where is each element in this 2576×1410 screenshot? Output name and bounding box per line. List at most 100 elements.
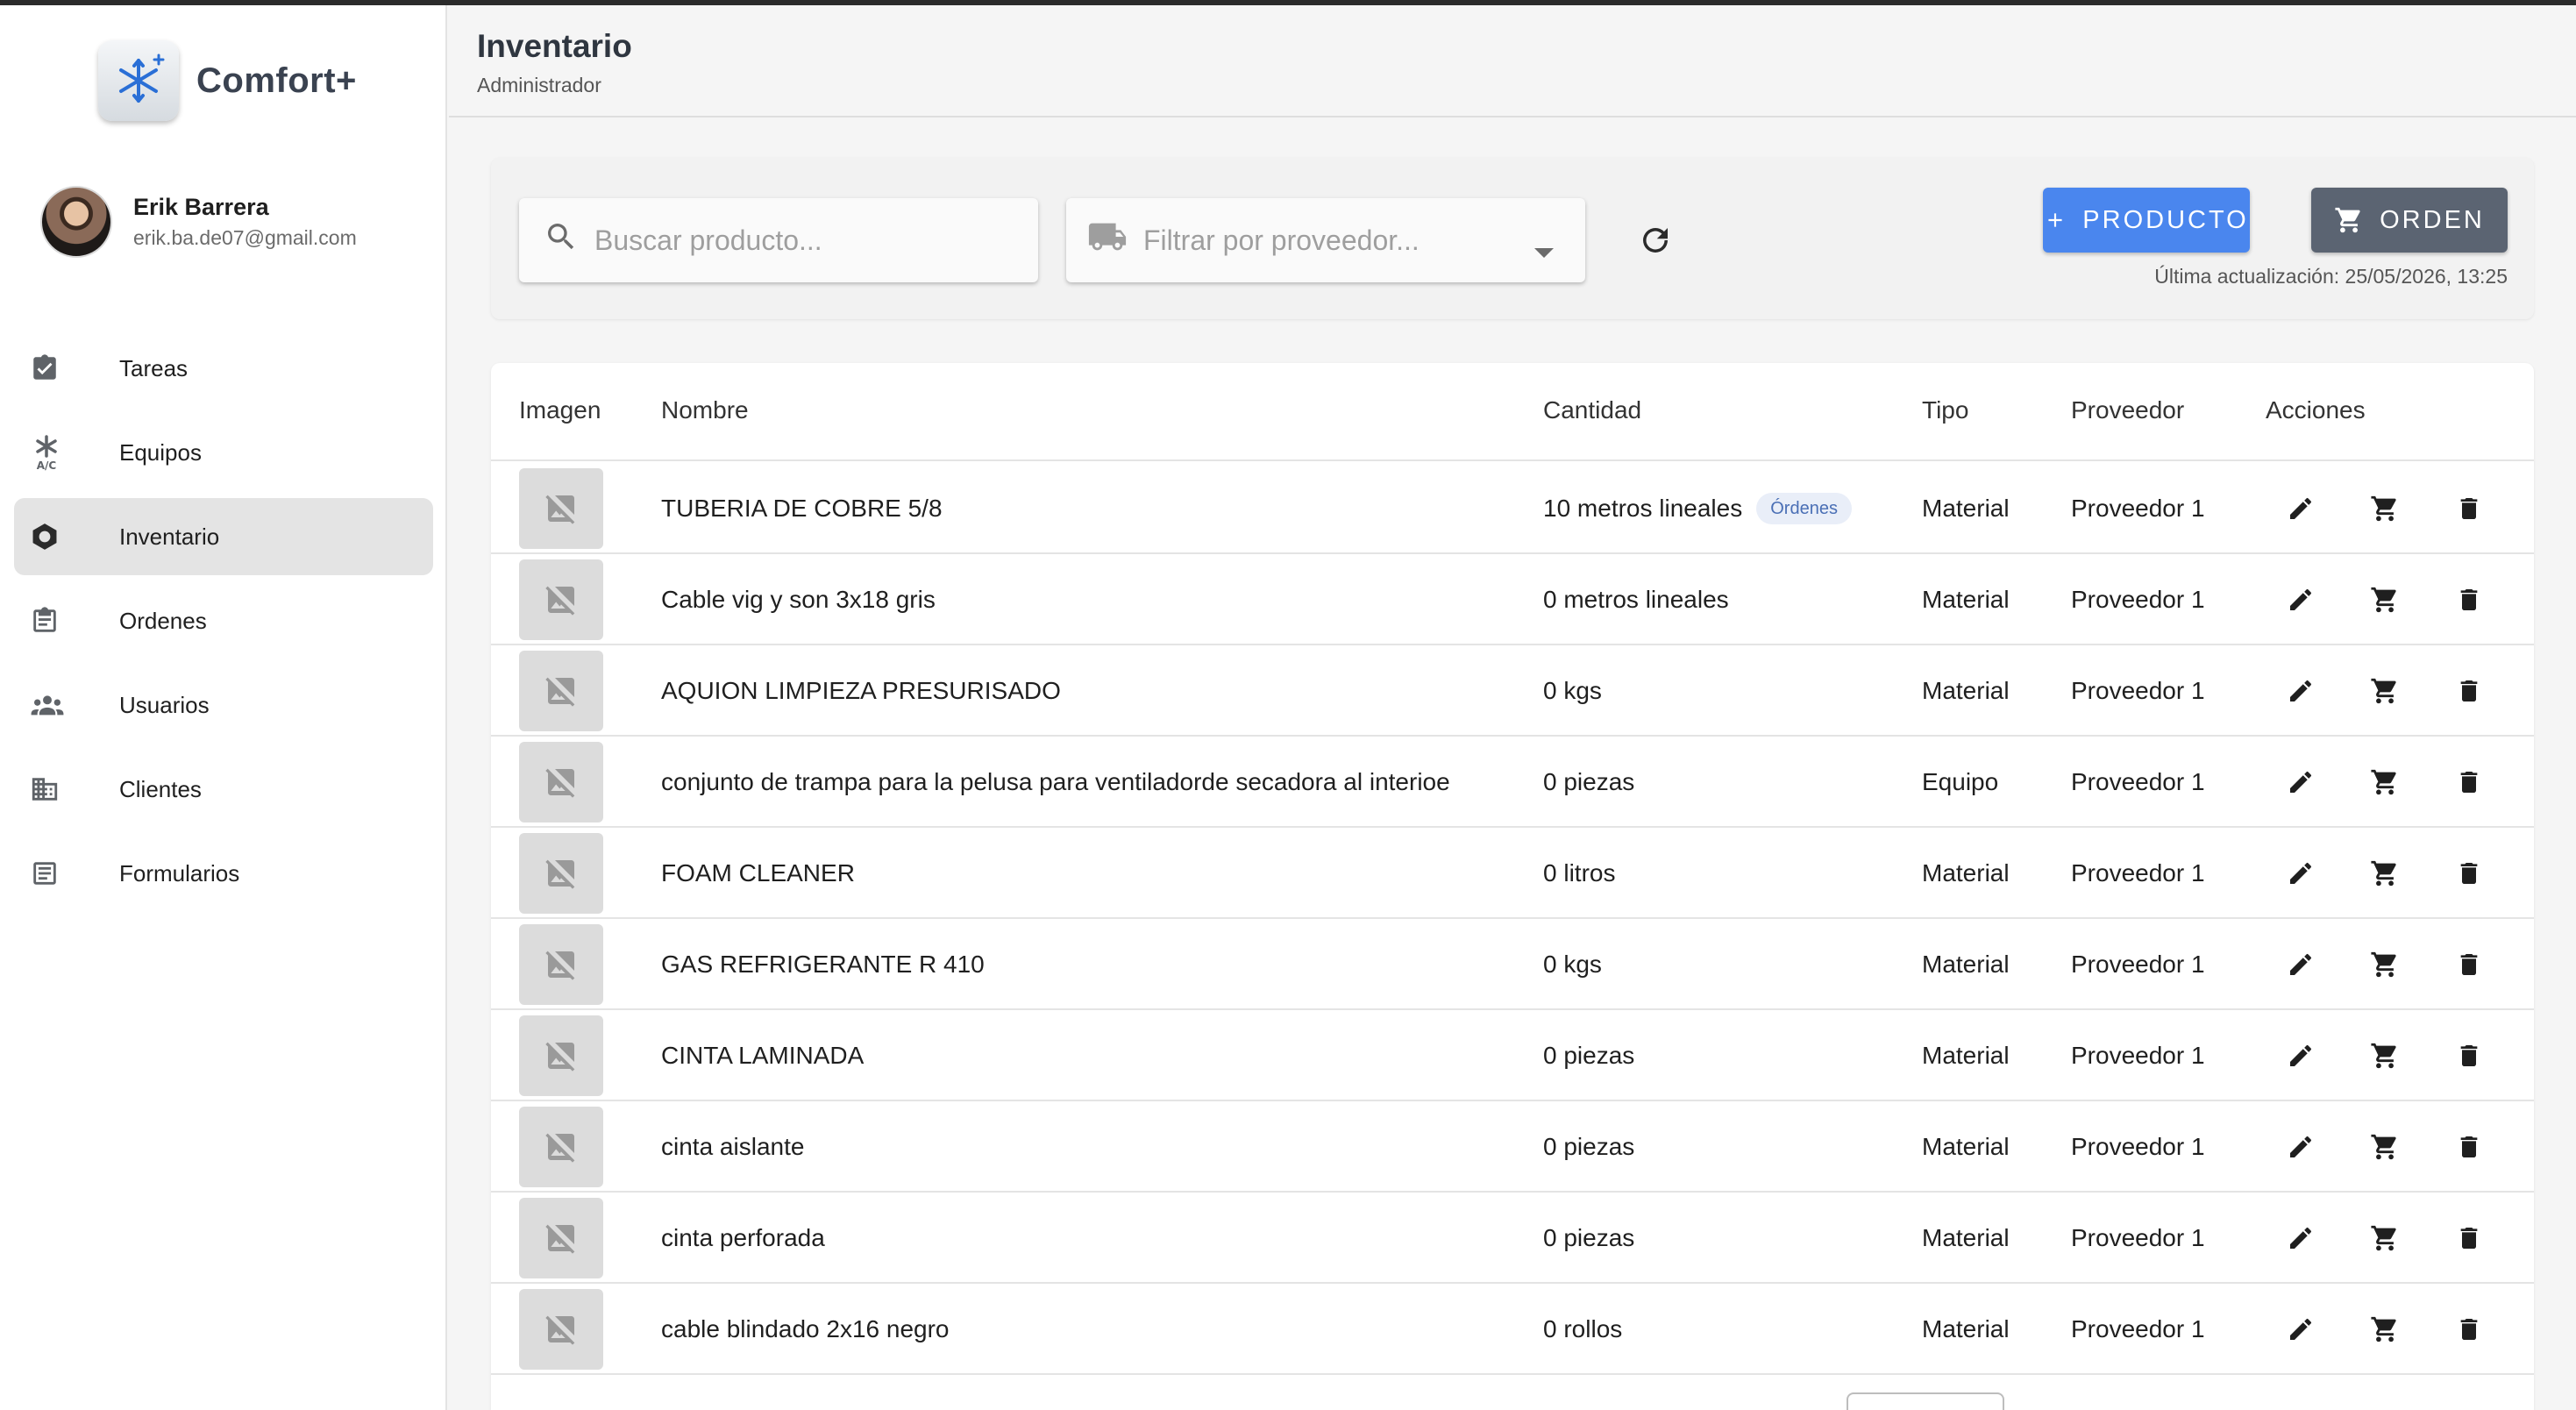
table-row[interactable]: AQUION LIMPIEZA PRESURISADO 0 kgs Material… xyxy=(491,645,2534,737)
column-header-name[interactable]: Nombre xyxy=(661,396,749,424)
cart-icon[interactable] xyxy=(2359,1303,2411,1356)
last-update-timestamp: Última actualización: 25/05/2026, 13:25 xyxy=(2154,265,2508,288)
sidebar-item-usuarios[interactable]: Usuarios xyxy=(14,666,433,744)
provider-filter-select[interactable]: Filtrar por proveedor... xyxy=(1066,198,1585,282)
quantity-value: 0 piezas xyxy=(1543,1042,1635,1069)
plus-icon xyxy=(2044,209,2067,231)
image-placeholder-icon xyxy=(519,1289,603,1370)
cell-actions xyxy=(2274,828,2495,919)
svg-text:A/C: A/C xyxy=(37,459,57,471)
edit-icon[interactable] xyxy=(2274,1121,2327,1173)
cell-actions xyxy=(2274,463,2495,554)
column-header-type[interactable]: Tipo xyxy=(1922,396,1968,424)
table-row[interactable]: CINTA LAMINADA 0 piezas Material Proveedor … xyxy=(491,1010,2534,1101)
delete-icon[interactable] xyxy=(2443,1212,2495,1264)
cell-image xyxy=(519,554,603,645)
edit-icon[interactable] xyxy=(2274,1029,2327,1082)
cell-actions xyxy=(2274,645,2495,737)
table-header: Imagen Nombre Cantidad Tipo Proveedor Ac… xyxy=(491,363,2534,461)
cell-actions xyxy=(2274,1101,2495,1193)
quantity-value: 0 piezas xyxy=(1543,768,1635,795)
cart-icon[interactable] xyxy=(2359,1212,2411,1264)
cell-type: Material xyxy=(1922,1224,2010,1251)
cell-name: cinta aislante xyxy=(661,1133,805,1160)
edit-icon[interactable] xyxy=(2274,756,2327,808)
cell-quantity: 0 rollos xyxy=(1543,1284,1622,1375)
create-order-button[interactable]: ORDEN xyxy=(2311,188,2508,253)
avatar xyxy=(40,186,112,258)
chevron-down-icon[interactable] xyxy=(1534,233,1554,266)
table-row[interactable]: cable blindado 2x16 negro 0 rollos Materia… xyxy=(491,1284,2534,1375)
snowflake-logo-icon xyxy=(98,40,179,121)
cell-quantity: 0 piezas xyxy=(1543,737,1634,828)
column-header-quantity[interactable]: Cantidad xyxy=(1543,396,1641,424)
cell-name: AQUION LIMPIEZA PRESURISADO xyxy=(661,677,1061,704)
delete-icon[interactable] xyxy=(2443,482,2495,535)
table-row[interactable]: Cable vig y son 3x18 gris 0 metros lineal… xyxy=(491,554,2534,645)
cell-actions xyxy=(2274,1284,2495,1375)
cart-icon[interactable] xyxy=(2359,665,2411,717)
delete-icon[interactable] xyxy=(2443,1303,2495,1356)
cell-provider: Proveedor 1 xyxy=(2071,768,2205,795)
table-row[interactable]: FOAM CLEANER 0 litros Material Proveedor 1 xyxy=(491,828,2534,919)
sidebar-item-equipos[interactable]: A/C Equipos xyxy=(14,414,433,491)
table-row[interactable]: cinta perforada 0 piezas Material Proveedor… xyxy=(491,1193,2534,1284)
building-icon xyxy=(30,772,89,807)
sidebar-item-label: Ordenes xyxy=(119,607,207,634)
provider-placeholder: Filtrar por proveedor... xyxy=(1143,224,1420,256)
table-row[interactable]: GAS REFRIGERANTE R 410 0 kgs Material Prove… xyxy=(491,919,2534,1010)
truck-icon xyxy=(1087,219,1128,261)
inventory-toolbar: Buscar producto... Filtrar por proveedor… xyxy=(491,158,2534,319)
table-row[interactable]: conjunto de trampa para la pelusa para v… xyxy=(491,737,2534,828)
rows-per-page-select[interactable] xyxy=(1847,1392,2004,1410)
sidebar-item-label: Tareas xyxy=(119,354,189,381)
sidebar-item-ordenes[interactable]: Ordenes xyxy=(14,582,433,659)
cell-provider: Proveedor 1 xyxy=(2071,586,2205,613)
edit-icon[interactable] xyxy=(2274,573,2327,626)
edit-icon[interactable] xyxy=(2274,847,2327,900)
delete-icon[interactable] xyxy=(2443,1121,2495,1173)
user-profile[interactable]: Erik Barrera erik.ba.de07@gmail.com xyxy=(40,186,357,258)
delete-icon[interactable] xyxy=(2443,573,2495,626)
cell-image xyxy=(519,463,603,554)
column-header-provider[interactable]: Proveedor xyxy=(2071,396,2184,424)
edit-icon[interactable] xyxy=(2274,1212,2327,1264)
column-header-image[interactable]: Imagen xyxy=(519,396,601,424)
quantity-value: 0 litros xyxy=(1543,859,1616,887)
cart-icon[interactable] xyxy=(2359,482,2411,535)
cart-icon[interactable] xyxy=(2359,938,2411,991)
sidebar-item-inventario[interactable]: Inventario xyxy=(14,498,433,575)
cell-image xyxy=(519,737,603,828)
delete-icon[interactable] xyxy=(2443,1029,2495,1082)
edit-icon[interactable] xyxy=(2274,938,2327,991)
cart-icon[interactable] xyxy=(2359,573,2411,626)
task-check-icon xyxy=(30,351,89,386)
brand[interactable]: Comfort+ xyxy=(98,40,357,121)
cell-name: cinta perforada xyxy=(661,1224,825,1251)
cart-icon[interactable] xyxy=(2359,1029,2411,1082)
sidebar-item-formularios[interactable]: Formularios xyxy=(14,835,433,912)
edit-icon[interactable] xyxy=(2274,1303,2327,1356)
refresh-button[interactable] xyxy=(1631,217,1680,267)
delete-icon[interactable] xyxy=(2443,665,2495,717)
table-row[interactable]: TUBERIA DE COBRE 5/8 10 metros lineales Ór… xyxy=(491,463,2534,554)
add-product-button[interactable]: PRODUCTO xyxy=(2043,188,2250,253)
edit-icon[interactable] xyxy=(2274,482,2327,535)
delete-icon[interactable] xyxy=(2443,938,2495,991)
cell-name: FOAM CLEANER xyxy=(661,859,855,887)
orders-badge[interactable]: Órdenes xyxy=(1756,493,1852,524)
cart-icon[interactable] xyxy=(2359,847,2411,900)
sidebar-item-clientes[interactable]: Clientes xyxy=(14,751,433,828)
delete-icon[interactable] xyxy=(2443,756,2495,808)
form-icon xyxy=(30,856,89,891)
delete-icon[interactable] xyxy=(2443,847,2495,900)
image-placeholder-icon xyxy=(519,468,603,549)
sidebar-item-label: Clientes xyxy=(119,775,202,802)
sidebar-item-tareas[interactable]: Tareas xyxy=(14,330,433,407)
table-row[interactable]: cinta aislante 0 piezas Material Proveedor … xyxy=(491,1101,2534,1193)
search-input[interactable]: Buscar producto... xyxy=(519,198,1038,282)
cart-icon[interactable] xyxy=(2359,1121,2411,1173)
user-email: erik.ba.de07@gmail.com xyxy=(133,226,357,249)
edit-icon[interactable] xyxy=(2274,665,2327,717)
cart-icon[interactable] xyxy=(2359,756,2411,808)
